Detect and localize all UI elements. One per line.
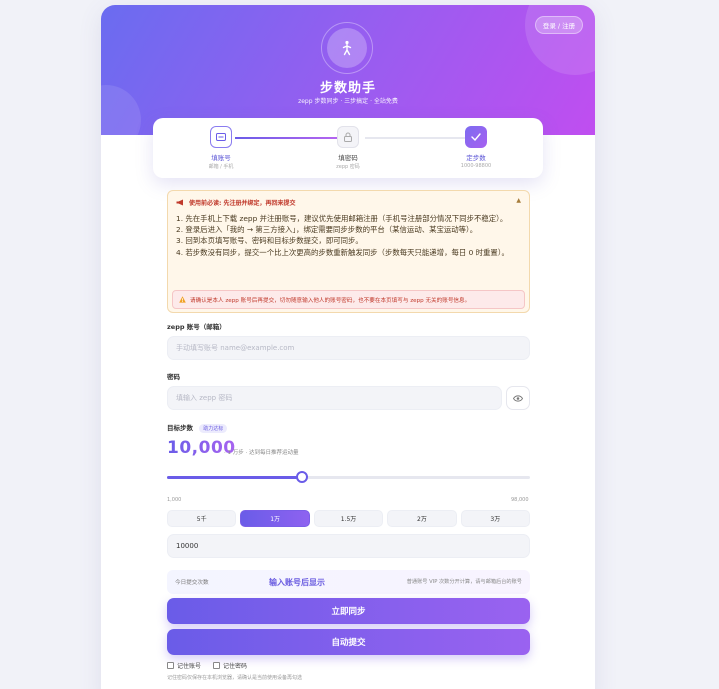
warning-icon (179, 296, 186, 303)
hero-banner: 登录 / 注册 步数助手 zepp 步数同步 · 三步搞定 · 全站免费 (101, 5, 595, 155)
step-subtitle: 1000-98800 (460, 163, 492, 169)
preset-button[interactable]: 1.5万 (313, 510, 384, 527)
step-target[interactable]: 定步数 1000-98800 (436, 126, 516, 169)
account-input[interactable]: 手动填写账号 name@example.com (167, 336, 530, 360)
password-input[interactable]: 填输入 zepp 密码 (167, 386, 502, 410)
notice-title: 使用前必读: 先注册并绑定，再回来提交 (189, 200, 296, 207)
steps-hint: · 1 万步 · 达到每日推荐运动量 (224, 450, 299, 456)
preset-button[interactable]: 2万 (387, 510, 457, 527)
step-subtitle: zepp 密码 (336, 164, 360, 170)
notice-list: 1. 先在手机上下载 zepp 并注册账号，建议优先使用邮箱注册（手机号注册部分… (176, 213, 526, 258)
check-icon (471, 133, 481, 141)
preset-button-active[interactable]: 1万 (240, 510, 310, 527)
list-item: 2. 登录后进入「我的 → 第三方接入」，绑定需要同步步数的平台（某信运动、某宝… (176, 225, 478, 235)
remember-password-checkbox[interactable] (213, 662, 220, 669)
step-title: 定步数 (466, 154, 486, 162)
remember-footnote: 记住密码仅保存在本机浏览器，请确认是当前使用设备再勾选 (167, 675, 303, 681)
list-item: 1. 先在手机上下载 zepp 并注册账号，建议优先使用邮箱注册（手机号注册部分… (176, 214, 508, 223)
megaphone-icon (176, 199, 183, 206)
list-item: 4. 若步数没有同步，提交一个比上次更高的步数重新触发同步（步数每天只能递增，每… (176, 247, 509, 257)
app-subtitle: zepp 步数同步 · 三步搞定 · 全站免费 (298, 98, 398, 105)
sync-now-button[interactable]: 立即同步 (167, 598, 530, 624)
target-steps-label: 目标步数 助力达标 (167, 422, 228, 433)
preset-button[interactable]: 5千 (167, 510, 237, 527)
walker-icon (342, 40, 352, 56)
slider-max-label: 98,000 (511, 497, 529, 503)
step-password[interactable]: 填密码 zepp 密码 (308, 126, 388, 170)
password-label: 密码 (167, 373, 180, 381)
list-item: 3. 回到本页填写账号、密码和目标步数提交，即可同步。 (176, 236, 363, 246)
remember-password[interactable]: 记住密码 (213, 661, 247, 670)
logo (321, 22, 373, 74)
slider-thumb[interactable] (296, 471, 308, 483)
remember-password-label: 记住密码 (223, 663, 248, 670)
account-label: zepp 账号（邮箱） (167, 323, 226, 331)
remember-account-label: 记住账号 (177, 663, 202, 670)
submit-count-label: 今日提交次数 (175, 580, 209, 586)
remember-account-checkbox[interactable] (167, 662, 174, 669)
steps-slider[interactable] (167, 471, 530, 483)
auto-submit-button[interactable]: 自动提交 (167, 629, 530, 655)
preset-button[interactable]: 3万 (460, 510, 531, 527)
notice-header: 使用前必读: 先注册并绑定，再回来提交 (176, 198, 296, 207)
step-progress: 填账号 邮箱 / 手机 填密码 zepp 密码 定步数 1000-98800 (153, 118, 543, 178)
step-account[interactable]: 填账号 邮箱 / 手机 (181, 126, 261, 170)
preset-group: 5千 1万 1.5万 2万 3万 (167, 510, 531, 527)
slider-min-label: 1,000 (167, 497, 182, 503)
app-title: 步数助手 (319, 81, 376, 96)
step-title: 填账号 (211, 154, 231, 162)
login-register-button[interactable]: 登录 / 注册 (535, 16, 583, 34)
status-bar: 今日提交次数 输入账号后显示 普通账号 VIP 次数分开计算，请与邮箱后台的账号 (167, 570, 530, 594)
status-note: 普通账号 VIP 次数分开计算，请与邮箱后台的账号 (406, 579, 522, 585)
collapse-toggle-icon[interactable]: ▲ (516, 197, 521, 204)
notice-panel: 使用前必读: 先注册并绑定，再回来提交 ▲ 1. 先在手机上下载 zepp 并注… (167, 190, 530, 313)
warning-banner: 请确认是本人 zepp 账号后再提交，切勿随意输入他人的账号密码，也不要在本页填… (172, 290, 525, 309)
eye-icon (513, 394, 523, 402)
step-title: 填密码 (338, 154, 358, 162)
slider-fill (167, 476, 302, 479)
lock-icon (344, 132, 352, 142)
warning-text: 请确认是本人 zepp 账号后再提交，切勿随意输入他人的账号密码，也不要在本页填… (190, 297, 471, 304)
target-tag-badge: 助力达标 (199, 423, 228, 433)
target-label-text: 目标步数 (167, 424, 193, 432)
remember-account[interactable]: 记住账号 (167, 661, 201, 670)
submit-count-value: 输入账号后显示 (269, 578, 325, 587)
step-subtitle: 邮箱 / 手机 (208, 164, 234, 170)
toggle-password-button[interactable] (506, 386, 530, 410)
steps-value-input[interactable]: 10000 (167, 534, 530, 558)
id-card-icon (216, 133, 226, 141)
